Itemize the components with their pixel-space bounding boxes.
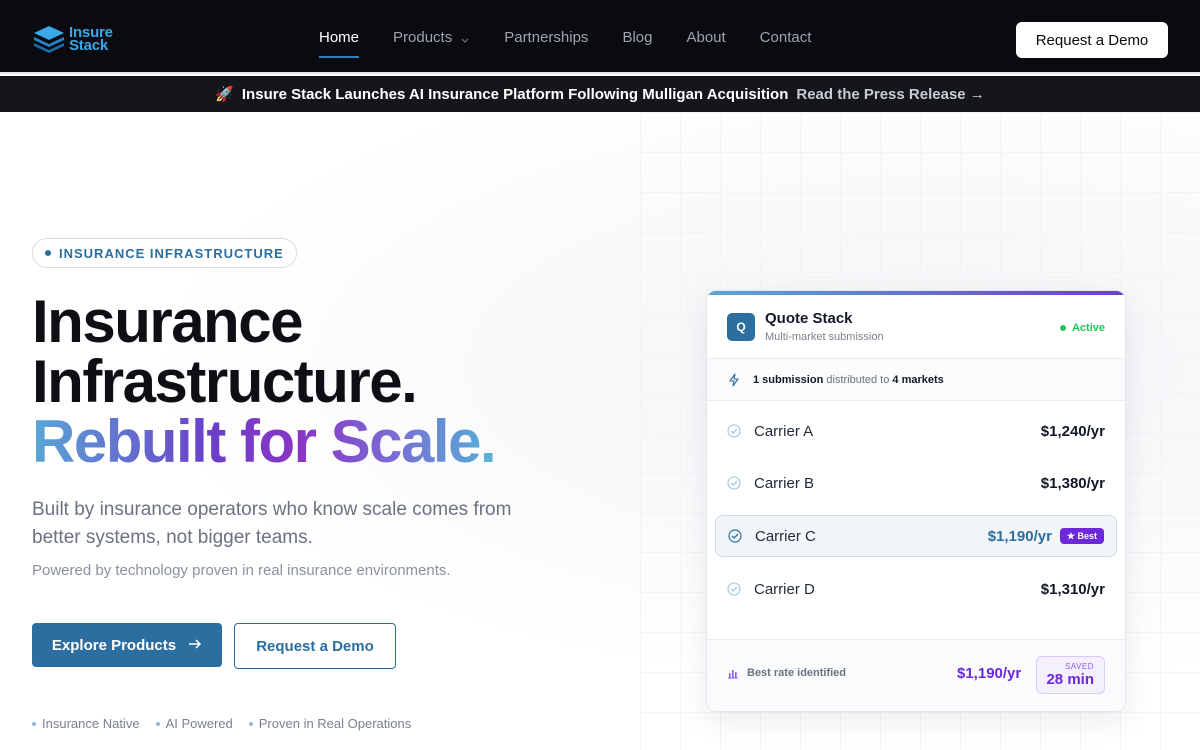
bullet-icon xyxy=(155,721,160,726)
best-badge: ★ Best xyxy=(1059,528,1104,544)
carrier-row[interactable]: Carrier B $1,380/yr xyxy=(727,463,1105,503)
feature-label: Proven in Real Operations xyxy=(258,716,412,731)
explore-products-label: Explore Products xyxy=(51,636,177,654)
carrier-name: Carrier C xyxy=(755,527,816,545)
saved-value: 28 min xyxy=(1046,671,1094,688)
feature-list: Insurance Native AI Powered Proven in Re… xyxy=(32,716,427,731)
bullet-icon xyxy=(32,721,36,726)
press-release-link[interactable]: Read the Press Release → xyxy=(796,86,984,103)
headline-line-2: Infrastructure. xyxy=(32,348,418,415)
nav-link-label: Blog xyxy=(622,28,653,46)
headline-line-3: Rebuilt for Scale. xyxy=(32,412,497,472)
eyebrow-dot xyxy=(45,250,51,256)
market-count: 4 markets xyxy=(892,373,944,386)
hero-subheading: Built by insurance operators who know sc… xyxy=(32,499,512,548)
nav-link-products[interactable]: Products xyxy=(393,0,470,74)
nav-link-blog[interactable]: Blog xyxy=(622,0,652,74)
nav-link-contact[interactable]: Contact xyxy=(760,0,812,74)
hero-headline: Insurance Infrastructure. Rebuilt for Sc… xyxy=(32,288,497,472)
carrier-price: $1,190/yr xyxy=(987,527,1052,545)
check-circle-icon xyxy=(728,529,742,543)
nav-link-label: Partnerships xyxy=(504,28,589,46)
hero-subtext: Powered by technology proven in real ins… xyxy=(32,562,451,579)
check-circle-icon xyxy=(727,582,741,596)
card-subtitle: Multi-market submission xyxy=(765,331,884,343)
distribution-text: distributed to xyxy=(826,373,890,386)
carrier-row[interactable]: Carrier A $1,240/yr xyxy=(727,411,1105,451)
status-dot xyxy=(1059,325,1066,331)
brand-logo[interactable]: Insure Stack xyxy=(32,22,113,56)
rocket-icon: 🚀 xyxy=(215,86,234,103)
carrier-price: $1,240/yr xyxy=(1040,422,1105,440)
lightning-icon xyxy=(727,372,741,387)
nav-link-label: About xyxy=(686,28,726,46)
headline-gradient-text: Rebuilt for Scale xyxy=(32,408,481,475)
announcement-message: Insure Stack Launches AI Insurance Platf… xyxy=(241,85,789,103)
best-rate-price: $1,190/yr xyxy=(957,665,1022,682)
request-demo-hero-button[interactable]: Request a Demo xyxy=(234,623,396,669)
card-header: Q Quote Stack Multi-market submission Ac… xyxy=(707,295,1125,359)
stack-logo-icon xyxy=(32,22,66,56)
check-circle-icon xyxy=(727,476,741,490)
request-demo-nav-button[interactable]: Request a Demo xyxy=(1016,22,1168,58)
distribution-summary: 1 submission distributed to 4 markets xyxy=(707,359,1125,401)
saved-label: SAVED xyxy=(1064,662,1094,671)
nav-link-label: Home xyxy=(319,28,360,46)
check-circle-icon xyxy=(727,424,741,438)
feature-item: AI Powered xyxy=(155,716,233,731)
status-label: Active xyxy=(1071,322,1105,334)
status-badge: Active xyxy=(1059,322,1105,334)
nav-link-home[interactable]: Home xyxy=(319,0,360,74)
submission-count: 1 submission xyxy=(753,373,824,386)
announcement-bar: 🚀 Insure Stack Launches AI Insurance Pla… xyxy=(0,76,1200,112)
feature-label: AI Powered xyxy=(165,716,233,731)
nav-links: Home Products Partnerships Blog About Co… xyxy=(319,0,845,74)
best-rate-label: Best rate identified xyxy=(747,667,847,679)
eyebrow-badge: INSURANCE INFRASTRUCTURE xyxy=(32,238,297,268)
quote-stack-badge: Q xyxy=(727,313,755,341)
headline-line-1: Insurance xyxy=(32,288,303,355)
carrier-name: Carrier D xyxy=(754,580,815,598)
carrier-row-best[interactable]: Carrier C $1,190/yr ★ Best xyxy=(715,515,1117,557)
nav-link-partnerships[interactable]: Partnerships xyxy=(504,0,588,74)
brand-name: Insure Stack xyxy=(69,25,113,54)
carrier-name: Carrier A xyxy=(754,422,814,440)
card-footer: Best rate identified $1,190/yr SAVED 28 … xyxy=(707,639,1125,711)
nav-link-label: Products xyxy=(393,28,453,46)
brand-line2: Stack xyxy=(69,37,109,54)
eyebrow-text: INSURANCE INFRASTRUCTURE xyxy=(59,245,284,261)
headline-dot: . xyxy=(479,408,497,475)
explore-products-button[interactable]: Explore Products xyxy=(32,623,222,667)
quote-stack-card: Q Quote Stack Multi-market submission Ac… xyxy=(706,290,1126,712)
carrier-row[interactable]: Carrier D $1,310/yr xyxy=(727,569,1105,609)
top-nav: Insure Stack Home Products Partnerships … xyxy=(0,0,1200,74)
card-title: Quote Stack xyxy=(765,310,853,327)
feature-item: Insurance Native xyxy=(32,716,140,731)
bar-chart-icon xyxy=(727,667,739,679)
best-rate-summary: Best rate identified xyxy=(727,667,846,679)
chevron-down-icon xyxy=(460,32,470,43)
carrier-price: $1,380/yr xyxy=(1040,474,1105,492)
feature-item: Proven in Real Operations xyxy=(248,716,412,731)
feature-label: Insurance Native xyxy=(42,716,140,731)
bullet-icon xyxy=(248,721,253,726)
nav-link-label: Contact xyxy=(759,28,812,46)
carrier-name: Carrier B xyxy=(754,474,815,492)
time-saved-badge: SAVED 28 min xyxy=(1036,656,1105,694)
nav-link-about[interactable]: About xyxy=(686,0,725,74)
carrier-price: $1,310/yr xyxy=(1040,580,1105,598)
arrow-right-icon xyxy=(188,637,202,654)
